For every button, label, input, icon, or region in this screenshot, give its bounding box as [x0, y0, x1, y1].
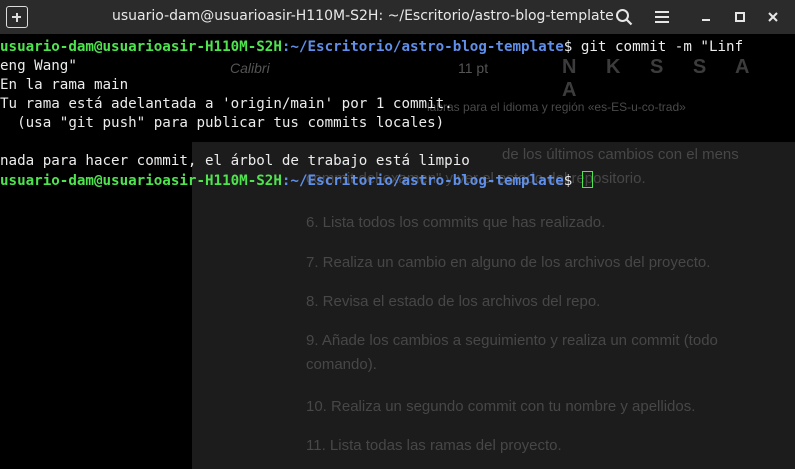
minimize-icon[interactable]: [697, 8, 715, 26]
output-clean: nada para hacer commit, el árbol de trab…: [0, 153, 470, 169]
terminal-line-branch: En la rama main: [0, 76, 128, 95]
prompt-user: usuario-dam@usuarioasir-H110M-S2H: [0, 39, 282, 55]
prompt-user: usuario-dam@usuarioasir-H110M-S2H: [0, 173, 282, 189]
prompt-path: :~/Escritorio/astro-blog-template: [281, 173, 564, 189]
output-ahead: Tu rama está adelantada a 'origin/main' …: [0, 96, 453, 112]
new-tab-icon[interactable]: [6, 6, 28, 28]
prompt-symbol: $: [563, 173, 581, 189]
maximize-icon[interactable]: [731, 8, 749, 26]
terminal-line-command-continued: eng Wang": [0, 57, 77, 76]
terminal-titlebar: usuario-dam@usuarioasir-H110M-S2H: ~/Esc…: [0, 0, 795, 34]
terminal-line-hint: (usa "git push" para publicar tus commit…: [0, 114, 444, 133]
terminal-line-prompt: usuario-dam@usuarioasir-H110M-S2H:~/Escr…: [0, 171, 593, 190]
output-branch: En la rama main: [0, 77, 129, 93]
output-hint: (usa "git push" para publicar tus commit…: [0, 115, 445, 131]
terminal-line-clean: nada para hacer commit, el árbol de trab…: [0, 152, 470, 171]
terminal-cursor: [581, 171, 593, 188]
command-text-continued: eng Wang": [0, 58, 77, 74]
terminal-line-command: usuario-dam@usuarioasir-H110M-S2H:~/Escr…: [0, 38, 743, 57]
terminal-line-ahead: Tu rama está adelantada a 'origin/main' …: [0, 95, 453, 114]
prompt-path: :~/Escritorio/astro-blog-template: [281, 39, 564, 55]
search-icon[interactable]: [615, 8, 633, 26]
window-title: usuario-dam@usuarioasir-H110M-S2H: ~/Esc…: [112, 8, 614, 24]
close-icon[interactable]: [764, 8, 782, 26]
terminal-output[interactable]: usuario-dam@usuarioasir-H110M-S2H:~/Escr…: [0, 34, 795, 469]
command-text: $ git commit -m "Linf: [563, 39, 744, 55]
hamburger-menu-icon[interactable]: [653, 8, 671, 26]
